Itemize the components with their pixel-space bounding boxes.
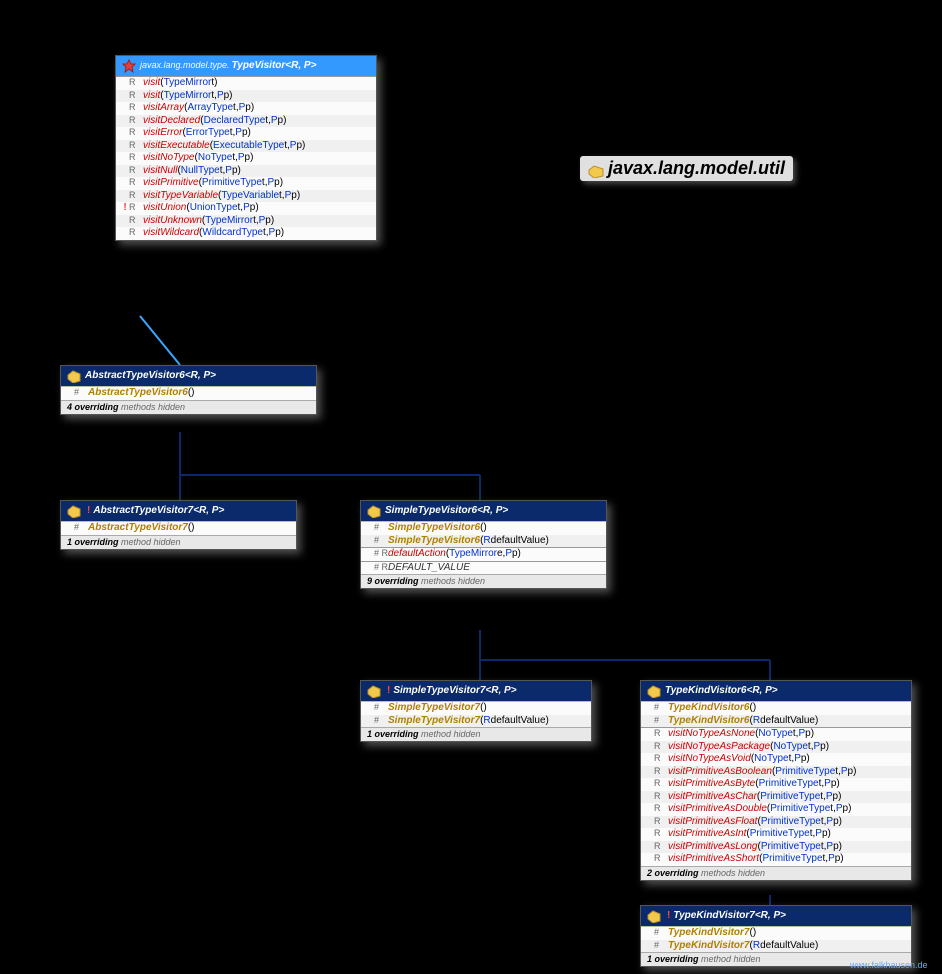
member-row: R visitPrimitiveAsFloat (PrimitiveType t… — [641, 816, 911, 829]
class-name: AbstractTypeVisitor7 — [93, 505, 193, 518]
member-row: # SimpleTypeVisitor7 () — [361, 702, 591, 715]
member-row: R visitUnknown (TypeMirror t, P p) — [116, 215, 376, 228]
member-row: # R DEFAULT_VALUE — [361, 562, 606, 575]
class-simpletypevisitor6: SimpleTypeVisitor6 <R, P> # SimpleTypeVi… — [360, 500, 607, 589]
member-row: R visitPrimitiveAsByte (PrimitiveType t,… — [641, 778, 911, 791]
member-row: !R visitUnion (UnionType t, P p) — [116, 202, 376, 215]
class-package: javax.lang.model.type. — [140, 60, 230, 71]
new-marker-icon: ! — [667, 910, 670, 923]
method-section: R visitNoTypeAsNone (NoType t, P p)R vis… — [641, 727, 911, 866]
class-icon — [647, 684, 661, 698]
member-row: R visitPrimitiveAsBoolean (PrimitiveType… — [641, 766, 911, 779]
class-name: AbstractTypeVisitor6 — [85, 370, 185, 383]
new-marker-icon: ! — [387, 685, 390, 698]
class-abstracttypevisitor7: ! AbstractTypeVisitor7 <R, P> # Abstract… — [60, 500, 297, 550]
class-header: ! TypeKindVisitor7 <R, P> — [641, 906, 911, 926]
member-row: R visitTypeVariable (TypeVariable t, P p… — [116, 190, 376, 203]
member-row: R visitExecutable (ExecutableType t, P p… — [116, 140, 376, 153]
class-generics: <R, P> — [747, 685, 778, 698]
class-generics: <R, P> — [185, 370, 216, 383]
class-name: SimpleTypeVisitor7 — [393, 685, 485, 698]
member-row: R visitPrimitiveAsShort (PrimitiveType t… — [641, 853, 911, 866]
class-icon — [67, 504, 81, 518]
footer-credit: www.falkhausen.de — [850, 960, 928, 970]
class-name: SimpleTypeVisitor6 — [385, 505, 477, 518]
class-header: ! SimpleTypeVisitor7 <R, P> — [361, 681, 591, 701]
class-generics: <R, P> — [285, 60, 316, 73]
member-row: R visitNoType (NoType t, P p) — [116, 152, 376, 165]
constructor-section: # TypeKindVisitor7 ()# TypeKindVisitor7 … — [641, 926, 911, 952]
member-row: # SimpleTypeVisitor6 () — [361, 522, 606, 535]
constructor-section: # SimpleTypeVisitor6 ()# SimpleTypeVisit… — [361, 521, 606, 547]
member-row: # AbstractTypeVisitor7 () — [61, 522, 296, 535]
member-row: R visitNoTypeAsVoid (NoType t, P p) — [641, 753, 911, 766]
member-row: # SimpleTypeVisitor6 (R defaultValue) — [361, 535, 606, 548]
class-header: TypeKindVisitor6 <R, P> — [641, 681, 911, 701]
member-row: # TypeKindVisitor6 (R defaultValue) — [641, 715, 911, 728]
constructor-section: # TypeKindVisitor6 ()# TypeKindVisitor6 … — [641, 701, 911, 727]
class-name: TypeKindVisitor7 — [673, 910, 755, 923]
class-header: AbstractTypeVisitor6 <R, P> — [61, 366, 316, 386]
class-icon — [367, 504, 381, 518]
package-title-text: javax.lang.model.util — [608, 158, 785, 178]
class-typekindvisitor7: ! TypeKindVisitor7 <R, P> # TypeKindVisi… — [640, 905, 912, 967]
member-row: R visitArray (ArrayType t, P p) — [116, 102, 376, 115]
class-abstracttypevisitor6: AbstractTypeVisitor6 <R, P> # AbstractTy… — [60, 365, 317, 415]
new-marker-icon: ! — [87, 505, 90, 518]
member-row: R visitWildcard (WildcardType t, P p) — [116, 227, 376, 240]
class-name: TypeVisitor — [232, 60, 286, 73]
interface-icon — [122, 59, 136, 73]
member-row: # SimpleTypeVisitor7 (R defaultValue) — [361, 715, 591, 728]
hidden-methods-note: 1 overriding method hidden — [61, 535, 296, 549]
member-row: R visitNull (NullType t, P p) — [116, 165, 376, 178]
member-row: R visitNoTypeAsNone (NoType t, P p) — [641, 728, 911, 741]
package-title: javax.lang.model.util — [580, 156, 793, 181]
member-row: R visitPrimitiveAsDouble (PrimitiveType … — [641, 803, 911, 816]
constructor-section: # SimpleTypeVisitor7 ()# SimpleTypeVisit… — [361, 701, 591, 727]
member-row: R visitError (ErrorType t, P p) — [116, 127, 376, 140]
member-row: R visitNoTypeAsPackage (NoType t, P p) — [641, 741, 911, 754]
method-section: R visit (TypeMirror t)R visit (TypeMirro… — [116, 76, 376, 240]
class-typevisitor: javax.lang.model.type. TypeVisitor <R, P… — [115, 55, 377, 241]
constructor-section: # AbstractTypeVisitor7 () — [61, 521, 296, 535]
member-row: # TypeKindVisitor7 (R defaultValue) — [641, 940, 911, 953]
class-typekindvisitor6: TypeKindVisitor6 <R, P> # TypeKindVisito… — [640, 680, 912, 881]
hidden-methods-note: 1 overriding method hidden — [361, 727, 591, 741]
member-row: # TypeKindVisitor7 () — [641, 927, 911, 940]
member-row: R visitDeclared (DeclaredType t, P p) — [116, 115, 376, 128]
class-generics: <R, P> — [193, 505, 224, 518]
member-row: # R defaultAction (TypeMirror e, P p) — [361, 548, 606, 561]
class-header: javax.lang.model.type. TypeVisitor <R, P… — [116, 56, 376, 76]
member-row: # TypeKindVisitor6 () — [641, 702, 911, 715]
method-section: # R defaultAction (TypeMirror e, P p) — [361, 547, 606, 561]
member-row: R visitPrimitiveAsChar (PrimitiveType t,… — [641, 791, 911, 804]
member-row: R visitPrimitiveAsInt (PrimitiveType t, … — [641, 828, 911, 841]
field-section: # R DEFAULT_VALUE — [361, 561, 606, 575]
member-row: R visitPrimitiveAsLong (PrimitiveType t,… — [641, 841, 911, 854]
package-icon — [588, 162, 604, 176]
class-generics: <R, P> — [485, 685, 516, 698]
class-generics: <R, P> — [477, 505, 508, 518]
class-generics: <R, P> — [755, 910, 786, 923]
class-icon — [67, 369, 81, 383]
class-header: ! AbstractTypeVisitor7 <R, P> — [61, 501, 296, 521]
class-simpletypevisitor7: ! SimpleTypeVisitor7 <R, P> # SimpleType… — [360, 680, 592, 742]
member-row: R visit (TypeMirror t, P p) — [116, 90, 376, 103]
member-row: # AbstractTypeVisitor6 () — [61, 387, 316, 400]
class-icon — [647, 909, 661, 923]
constructor-section: # AbstractTypeVisitor6 () — [61, 386, 316, 400]
class-header: SimpleTypeVisitor6 <R, P> — [361, 501, 606, 521]
hidden-methods-note: 9 overriding methods hidden — [361, 574, 606, 588]
class-name: TypeKindVisitor6 — [665, 685, 747, 698]
hidden-methods-note: 4 overriding methods hidden — [61, 400, 316, 414]
member-row: R visit (TypeMirror t) — [116, 77, 376, 90]
hidden-methods-note: 2 overriding methods hidden — [641, 866, 911, 880]
class-icon — [367, 684, 381, 698]
member-row: R visitPrimitive (PrimitiveType t, P p) — [116, 177, 376, 190]
